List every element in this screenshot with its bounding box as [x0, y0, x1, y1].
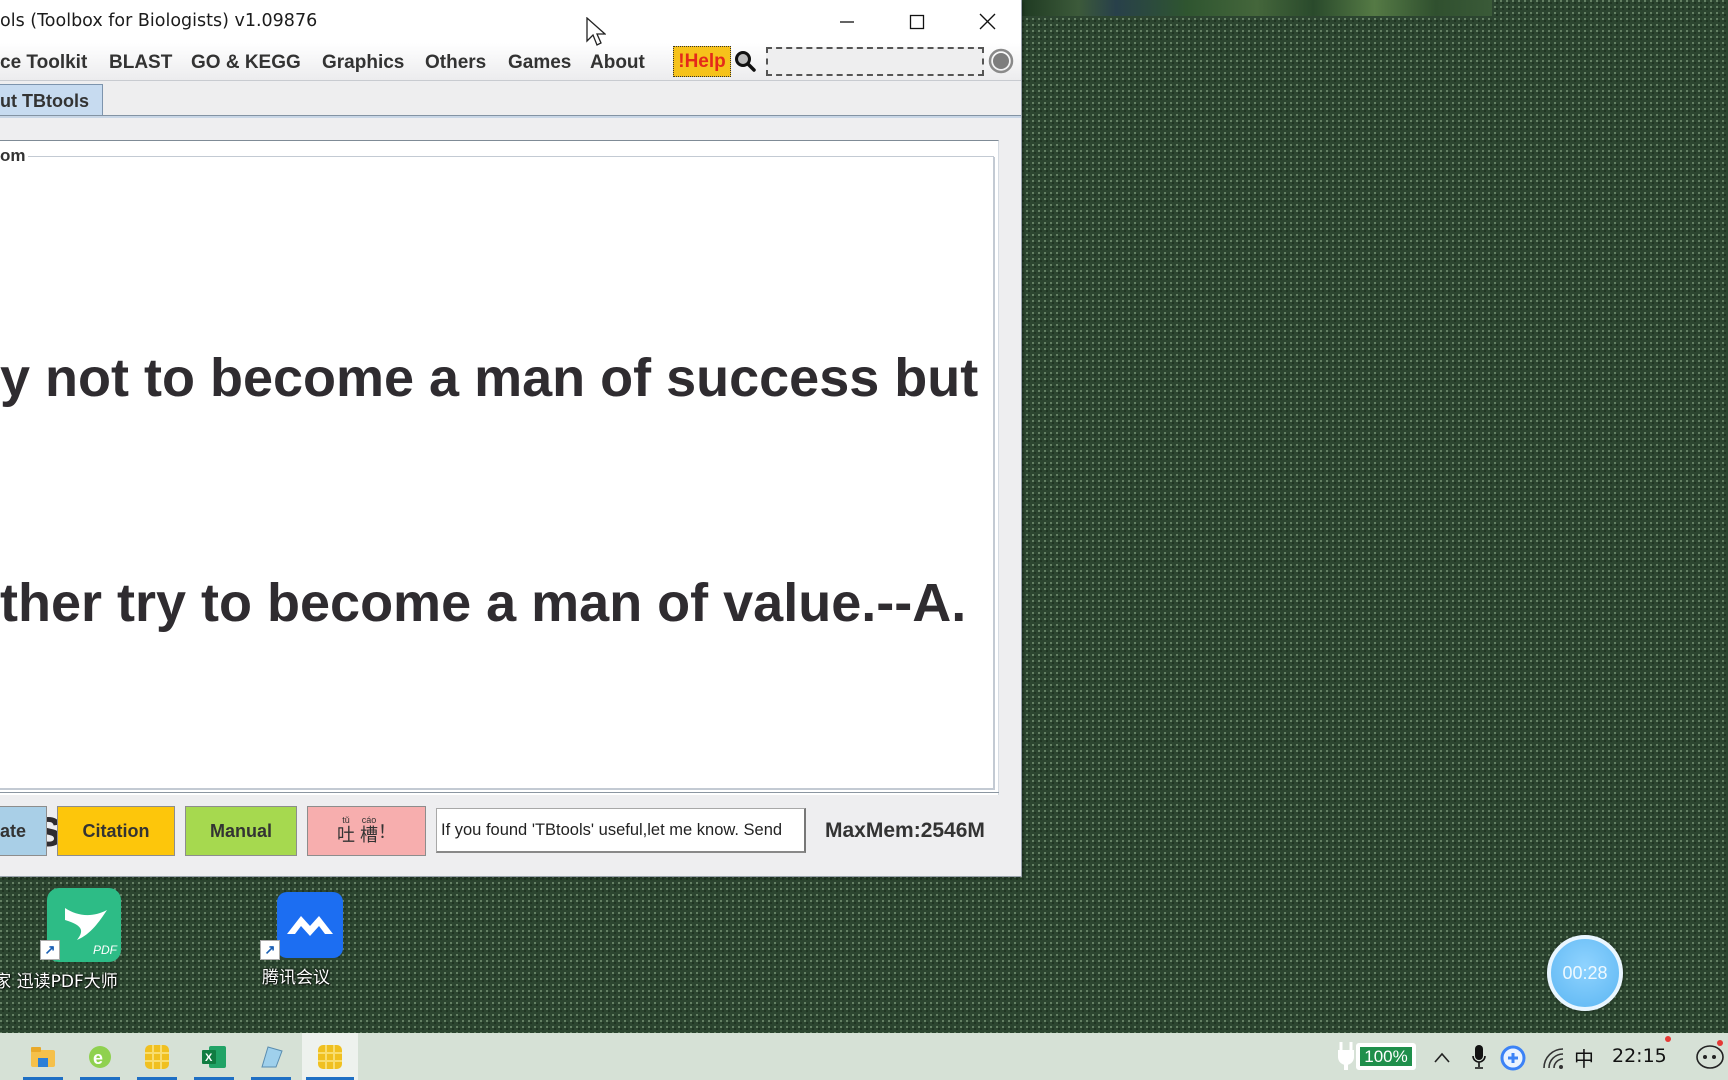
tab-strip: ut TBtools: [0, 82, 1021, 118]
truncated-label: 家: [0, 972, 12, 992]
manual-button[interactable]: Manual: [185, 806, 297, 856]
taskbar-notepad[interactable]: [247, 1033, 295, 1080]
menu-graphics[interactable]: Graphics: [322, 52, 404, 74]
taskbar-file-explorer[interactable]: [19, 1033, 67, 1080]
quote-text: y not to become a man of success but the…: [0, 191, 990, 1016]
microphone-icon[interactable]: [1471, 1044, 1487, 1070]
battery-level: 100%: [1360, 1047, 1412, 1066]
notepad-icon: [261, 1045, 283, 1067]
input-method-indicator[interactable]: 中: [1574, 1043, 1594, 1072]
power-plug-icon: [1338, 1042, 1354, 1070]
feedback-message-field[interactable]: If you found 'TBtools' useful,let me kno…: [436, 808, 806, 853]
tucao-pinyin: tǔ: [336, 814, 355, 825]
shortcut-arrow-icon: ↗: [40, 940, 60, 960]
tencent-meeting-app-icon: [276, 892, 343, 958]
notification-dot: [1717, 1040, 1723, 1046]
recording-timer[interactable]: 00:28: [1547, 935, 1623, 1011]
search-icon[interactable]: [734, 50, 756, 77]
quote-line: ther try to become a man of value.--A.: [0, 573, 967, 633]
wifi-icon[interactable]: [1541, 1046, 1565, 1070]
help-button[interactable]: !Help: [673, 46, 731, 77]
close-button[interactable]: [952, 0, 1022, 43]
maximize-button[interactable]: [882, 0, 952, 43]
tencent-meeting-label: 腾讯会议: [262, 968, 330, 988]
svg-text:PDF: PDF: [93, 943, 118, 957]
tucao-char: 槽: [360, 824, 378, 845]
menu-about[interactable]: About: [590, 52, 645, 74]
minimize-button[interactable]: [812, 0, 882, 43]
taskbar: e X: [0, 1033, 1728, 1080]
max-memory-label: MaxMem:2546M: [825, 819, 985, 842]
tbtools-icon: [145, 1044, 169, 1069]
browser-e-icon: e: [89, 1045, 111, 1068]
menu-sequence-toolkit[interactable]: ce Toolkit: [0, 52, 87, 74]
taskbar-tbtools-active[interactable]: [302, 1033, 358, 1080]
tbtools-window: ols (Toolbox for Biologists) v1.09876 ce…: [0, 0, 1022, 877]
mouse-cursor-icon: [586, 17, 606, 46]
tbtools-icon: [318, 1044, 342, 1069]
taskbar-excel[interactable]: X: [190, 1033, 238, 1080]
menu-games[interactable]: Games: [508, 52, 571, 74]
menu-others[interactable]: Others: [425, 52, 486, 74]
chat-notification-icon[interactable]: [1695, 1043, 1725, 1071]
taskbar-browser[interactable]: e: [76, 1033, 124, 1080]
system-clock[interactable]: 22:15: [1612, 1045, 1667, 1067]
battery-indicator[interactable]: 100%: [1356, 1043, 1416, 1070]
xundu-pdf-label: 迅读PDF大师: [16, 972, 118, 992]
quote-line: y not to become a man of success but: [0, 348, 979, 408]
notification-dot: [1665, 1036, 1671, 1042]
title-bar[interactable]: ols (Toolbox for Biologists) v1.09876: [0, 0, 1021, 43]
desktop-icon-tencent-meeting[interactable]: ↗ 腾讯会议: [236, 892, 356, 988]
feedback-tucao-button[interactable]: 吐tǔ 槽cáo ！: [307, 806, 426, 856]
divider: [0, 792, 999, 793]
tucao-char: ！: [378, 822, 396, 842]
citation-button[interactable]: Citation: [57, 806, 175, 856]
tab-about-tbtools[interactable]: ut TBtools: [0, 84, 103, 116]
menu-go-kegg[interactable]: GO & KEGG: [191, 52, 301, 74]
tucao-pinyin: cáo: [360, 814, 378, 825]
tucao-char: 吐: [336, 824, 355, 845]
menu-blast[interactable]: BLAST: [109, 52, 172, 74]
window-title: ols (Toolbox for Biologists) v1.09876: [0, 11, 318, 31]
close-icon: [979, 13, 995, 30]
shortcut-arrow-icon: ↗: [260, 940, 280, 960]
desktop-icon-xundu-pdf[interactable]: PDF ↗ 家 迅读PDF大师: [0, 888, 132, 992]
chevron-up-icon[interactable]: [1433, 1050, 1451, 1064]
minimize-icon: [840, 20, 854, 23]
excel-icon: X: [202, 1045, 226, 1068]
maximize-icon: [909, 14, 925, 29]
update-button[interactable]: ate: [0, 806, 47, 856]
status-indicator-icon: [988, 48, 1014, 79]
vpn-shield-icon[interactable]: [1500, 1045, 1526, 1071]
search-input[interactable]: [766, 47, 984, 76]
wallpaper-photo-strip: [1022, 0, 1492, 16]
svg-text:X: X: [205, 1052, 213, 1064]
folder-icon: [31, 1046, 55, 1067]
about-panel: om y not to become a man of success but …: [0, 140, 999, 858]
taskbar-tbtools[interactable]: [133, 1033, 181, 1080]
desktop-icon-label: 家 迅读PDF大师: [0, 967, 132, 992]
svg-text:e: e: [93, 1048, 103, 1068]
feedback-message-text: If you found 'TBtools' useful,let me kno…: [441, 820, 783, 839]
quote-box: y not to become a man of success but the…: [0, 157, 995, 858]
